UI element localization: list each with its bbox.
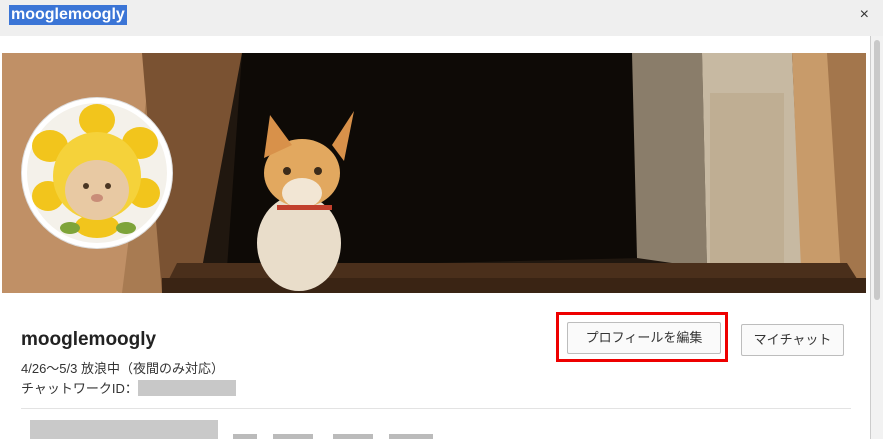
chatwork-id-row: チャットワークID： — [21, 378, 236, 397]
divider — [21, 408, 851, 409]
close-icon[interactable]: × — [860, 6, 869, 24]
my-chat-button[interactable]: マイチャット — [741, 324, 844, 356]
redacted-block — [30, 420, 218, 439]
scrollbar-thumb[interactable] — [874, 40, 880, 300]
avatar[interactable] — [22, 98, 172, 248]
window-title: mooglemoogly — [9, 5, 127, 25]
chatwork-id-label: チャットワークID： — [21, 381, 138, 396]
cutoff-text — [233, 434, 433, 439]
title-bar: mooglemoogly × — [0, 0, 883, 36]
edit-profile-button[interactable]: プロフィールを編集 — [567, 322, 721, 354]
profile-name: mooglemoogly — [21, 329, 157, 350]
chatwork-id-redacted — [137, 379, 236, 396]
profile-status: 4/26～5/3 放浪中（夜間のみ対応） — [21, 361, 224, 376]
